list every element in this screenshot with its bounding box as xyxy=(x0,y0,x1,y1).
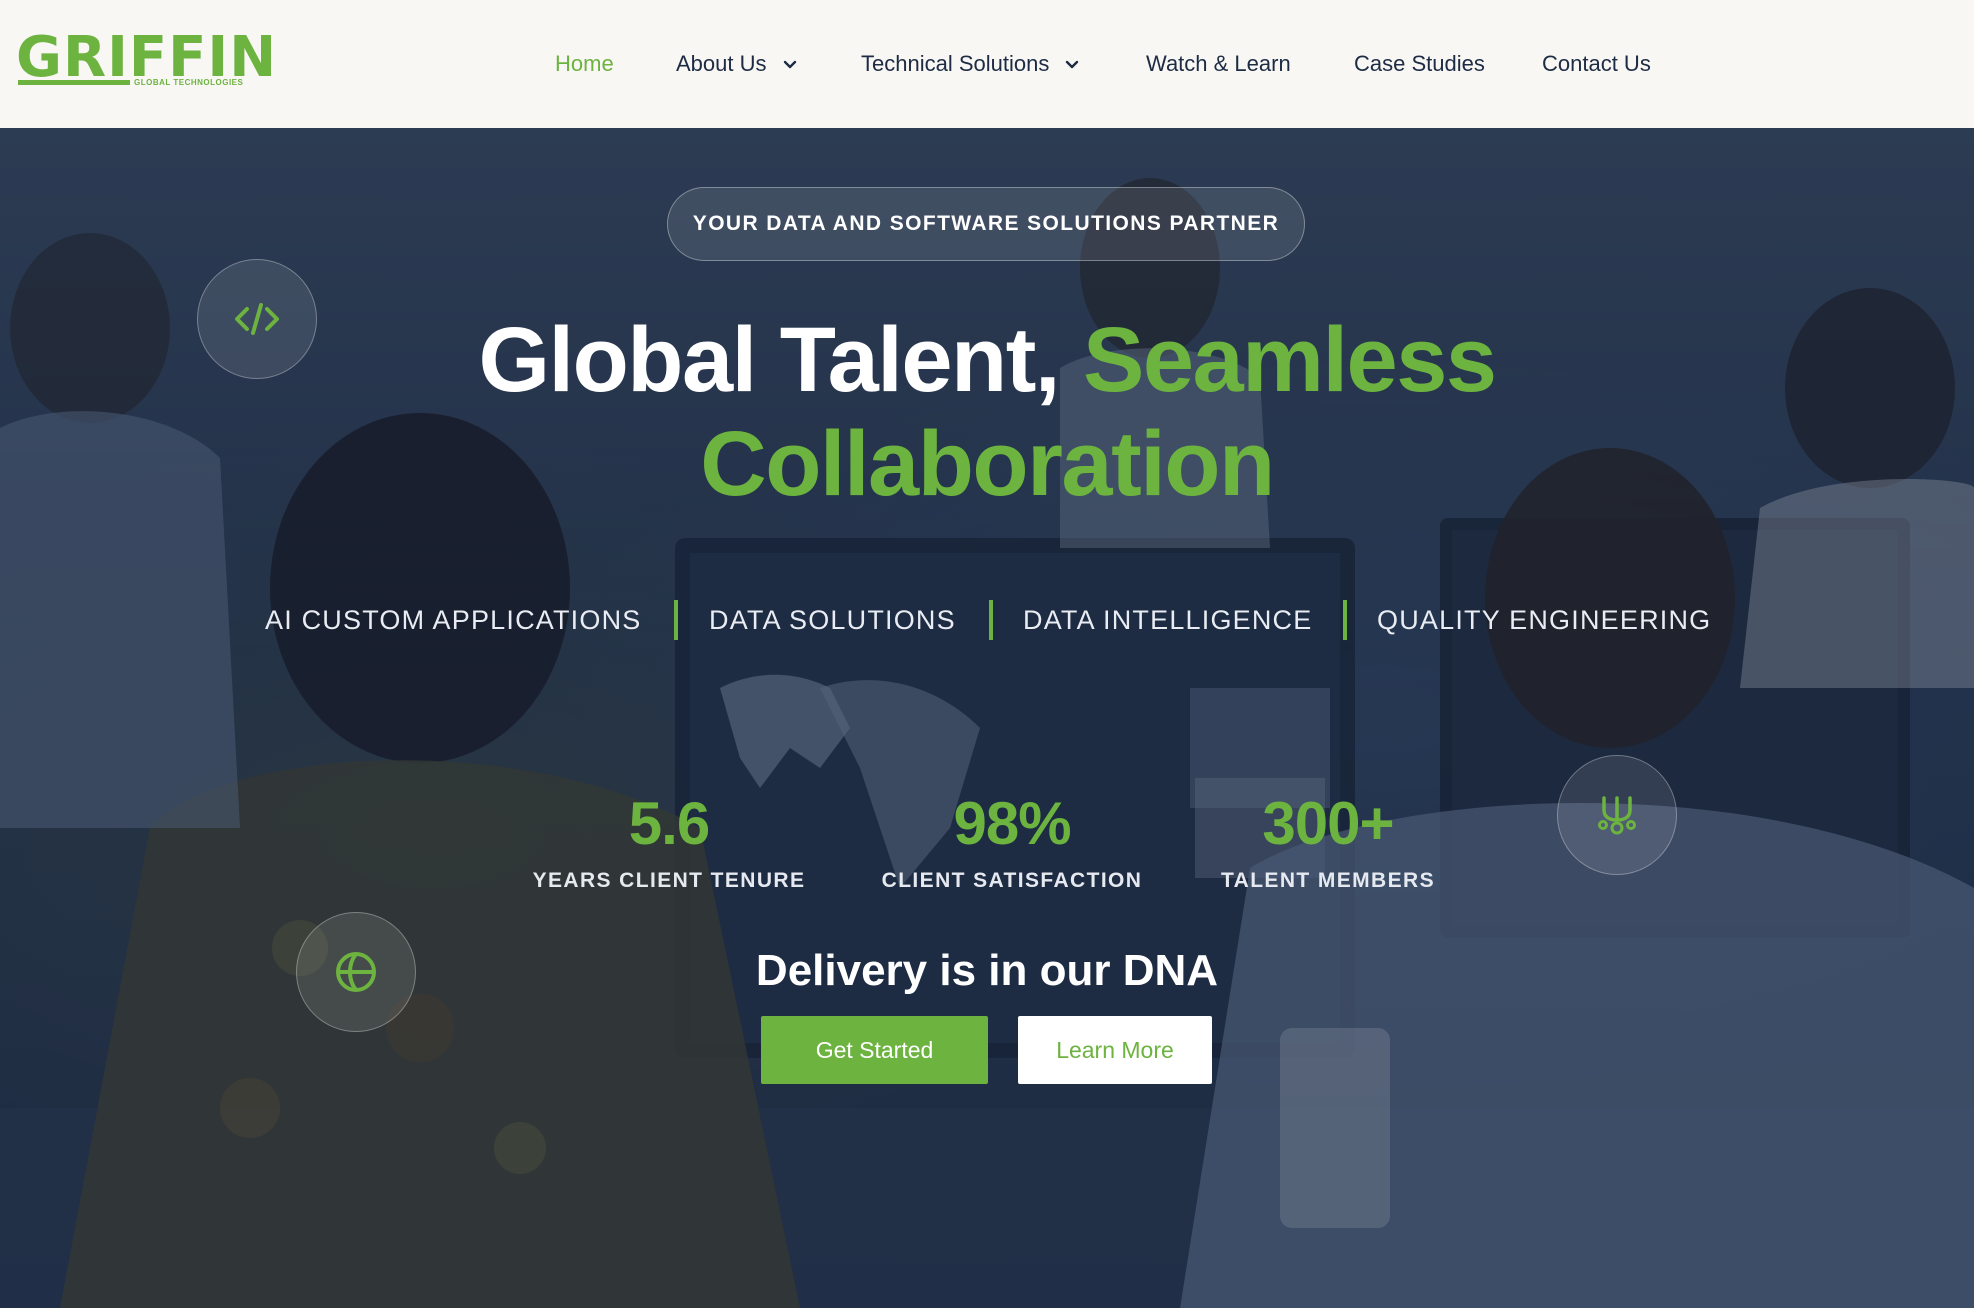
logo-underline xyxy=(18,80,130,85)
stat-label: CLIENT SATISFACTION xyxy=(881,869,1143,892)
chevron-down-icon xyxy=(783,60,796,69)
headline-part-2: Seamless xyxy=(1082,309,1497,411)
learn-more-button[interactable]: Learn More xyxy=(1018,1016,1212,1084)
service-data-solutions[interactable]: DATA SOLUTIONS xyxy=(709,600,956,640)
headline-part-3: Collaboration xyxy=(700,413,1275,515)
headline-part-1: Global Talent, xyxy=(478,309,1060,411)
stat-label: YEARS CLIENT TENURE xyxy=(532,869,806,892)
nav-about-us[interactable]: About Us xyxy=(676,48,799,80)
service-divider xyxy=(674,600,678,640)
service-divider xyxy=(989,600,993,640)
nav-contact-us-label: Contact Us xyxy=(1542,51,1651,76)
nav-contact-us[interactable]: Contact Us xyxy=(1542,48,1651,80)
nav-case-studies[interactable]: Case Studies xyxy=(1354,48,1485,80)
logo-subtitle: GLOBAL TECHNOLOGIES xyxy=(134,78,244,87)
stat-value: 5.6 xyxy=(628,790,710,857)
nav-technical-solutions-label: Technical Solutions xyxy=(861,51,1050,76)
service-quality-engineering[interactable]: QUALITY ENGINEERING xyxy=(1377,600,1711,640)
service-divider xyxy=(1343,600,1347,640)
hero-tagline: Delivery is in our DNA xyxy=(755,946,1219,995)
stat-client-satisfaction: 98% CLIENT SATISFACTION xyxy=(862,788,1162,896)
hero-eyebrow-pill: YOUR DATA AND SOFTWARE SOLUTIONS PARTNER xyxy=(667,187,1305,261)
stat-value: 98% xyxy=(953,790,1071,857)
griffin-logo[interactable]: GRIFFIN GLOBAL TECHNOLOGIES xyxy=(16,30,276,94)
service-data-intelligence[interactable]: DATA INTELLIGENCE xyxy=(1023,600,1312,640)
nav-home-label: Home xyxy=(555,51,614,76)
site-header: GRIFFIN GLOBAL TECHNOLOGIES Home About U… xyxy=(0,0,1974,128)
stat-label: TALENT MEMBERS xyxy=(1220,869,1436,892)
nav-technical-solutions[interactable]: Technical Solutions xyxy=(861,48,1081,80)
nav-watch-learn-label: Watch & Learn xyxy=(1146,51,1291,76)
nav-case-studies-label: Case Studies xyxy=(1354,51,1485,76)
services-list: AI CUSTOM APPLICATIONS DATA SOLUTIONS DA… xyxy=(0,600,1974,640)
hero-headline: Global Talent, Seamless Collaboration xyxy=(0,308,1974,516)
nav-about-us-label: About Us xyxy=(676,51,767,76)
stat-client-tenure: 5.6 YEARS CLIENT TENURE xyxy=(519,788,819,896)
molecule-icon-badge xyxy=(1557,755,1677,875)
get-started-button[interactable]: Get Started xyxy=(761,1016,988,1084)
nav-watch-learn[interactable]: Watch & Learn xyxy=(1146,48,1291,80)
chevron-down-icon xyxy=(1066,60,1079,69)
stat-value: 300+ xyxy=(1262,790,1394,857)
hero-section: YOUR DATA AND SOFTWARE SOLUTIONS PARTNER… xyxy=(0,128,1974,1308)
nav-home[interactable]: Home xyxy=(555,48,614,80)
molecule-icon xyxy=(1598,796,1636,835)
service-ai-custom-applications[interactable]: AI CUSTOM APPLICATIONS xyxy=(265,600,641,640)
stat-talent-members: 300+ TALENT MEMBERS xyxy=(1178,788,1478,896)
